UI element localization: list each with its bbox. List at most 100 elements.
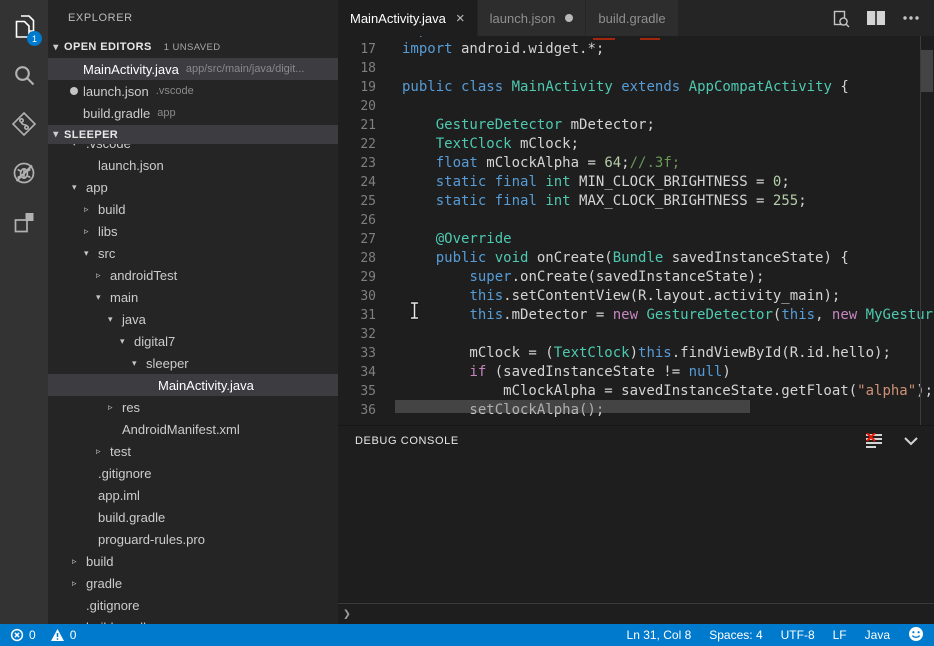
tree-item-sleeper[interactable]: ▾sleeper [48,352,338,374]
tree-item-AndroidManifest.xml[interactable]: AndroidManifest.xml [48,418,338,440]
line-number[interactable]: 29 [338,268,376,287]
tree-item-gradle[interactable]: ▹gradle [48,572,338,594]
errors-indicator[interactable]: 0 [10,628,36,642]
explorer-sidebar: EXPLORER ▾ OPEN EDITORS 1 UNSAVED MainAc… [48,0,338,624]
debug-console-input[interactable]: ❯ [338,603,934,624]
line-number[interactable]: 17 [338,40,376,59]
code-line[interactable]: 33 mClock = (TextClock)this.findViewById… [338,344,934,363]
code-line[interactable]: 32 [338,325,934,344]
open-editors-header[interactable]: ▾ OPEN EDITORS 1 UNSAVED [48,36,338,58]
code-line[interactable]: 30 this.setContentView(R.layout.activity… [338,287,934,306]
line-number[interactable]: 19 [338,78,376,97]
chevron-down-icon[interactable] [902,435,920,447]
activity-bar-item-debug[interactable] [0,151,48,200]
tree-item-java[interactable]: ▾java [48,308,338,330]
line-number[interactable]: 33 [338,344,376,363]
code-line[interactable]: 28 public void onCreate(Bundle savedInst… [338,249,934,268]
tree-item-.gitignore[interactable]: .gitignore [48,462,338,484]
code-line[interactable]: 21 GestureDetector mDetector; [338,116,934,135]
tree-item-build[interactable]: ▹build [48,198,338,220]
tree-item-androidTest[interactable]: ▹androidTest [48,264,338,286]
line-number[interactable]: 36 [338,401,376,420]
tree-item-build.gradle[interactable]: build.gradle [48,616,338,624]
line-number[interactable]: 23 [338,154,376,173]
tab-MainActivity.java[interactable]: MainActivity.java× [338,0,477,36]
line-number[interactable]: 18 [338,59,376,78]
tree-item-.gitignore[interactable]: .gitignore [48,594,338,616]
code-line[interactable]: 23 float mClockAlpha = 64;//.3f; [338,154,934,173]
close-icon[interactable]: × [456,11,465,26]
code-line[interactable]: 24 static final int MIN_CLOCK_BRIGHTNESS… [338,173,934,192]
tree-item-test[interactable]: ▹test [48,440,338,462]
split-editor-icon[interactable] [866,10,886,26]
code-line[interactable]: 35 mClockAlpha = savedInstanceState.getF… [338,382,934,401]
code-text: super.onCreate(savedInstanceState); [402,268,764,287]
tree-item-build.gradle[interactable]: build.gradle [48,506,338,528]
code-line[interactable]: 17import android.widget.*; [338,40,934,59]
workbench: 1 EXPLORER ▾ OPEN EDITORS 1 UNSAVED Main… [0,0,934,624]
code-line[interactable]: 29 super.onCreate(savedInstanceState); [338,268,934,287]
folder-section-header[interactable]: ▾ SLEEPER [48,125,338,144]
line-number[interactable]: 24 [338,173,376,192]
code-line[interactable]: 25 static final int MAX_CLOCK_BRIGHTNESS… [338,192,934,211]
activity-bar-item-extensions[interactable] [0,200,48,249]
code-line[interactable]: 34 if (savedInstanceState != null) [338,363,934,382]
status-language-mode[interactable]: Java [865,628,890,642]
tree-item-launch.json[interactable]: launch.json [48,154,338,176]
line-number[interactable]: 34 [338,363,376,382]
activity-bar-item-source-control[interactable] [0,102,48,151]
open-editor-item[interactable]: build.gradleapp [48,102,338,124]
tree-item-app[interactable]: ▾app [48,176,338,198]
tree-item-main[interactable]: ▾main [48,286,338,308]
line-number[interactable]: 27 [338,230,376,249]
error-squiggle [593,38,615,40]
tree-item-digital7[interactable]: ▾digital7 [48,330,338,352]
status-eol[interactable]: LF [833,628,847,642]
tab-build.gradle[interactable]: build.gradle [586,0,677,36]
status-indentation[interactable]: Spaces: 4 [709,628,762,642]
feedback-smiley-icon[interactable] [908,626,924,645]
line-number[interactable]: 30 [338,287,376,306]
tree-item-res[interactable]: ▹res [48,396,338,418]
code-line[interactable]: 27 @Override [338,230,934,249]
line-number[interactable]: 28 [338,249,376,268]
line-number[interactable]: 31 [338,306,376,325]
tree-item-MainActivity.java[interactable]: MainActivity.java [48,374,338,396]
find-icon[interactable] [831,9,850,28]
more-actions-icon[interactable] [902,15,920,21]
code-editor[interactable]: 16import android.view.GestureDetector;17… [338,36,934,425]
activity-bar-item-search[interactable] [0,53,48,102]
tree-item-libs[interactable]: ▹libs [48,220,338,242]
line-number[interactable]: 21 [338,116,376,135]
code-line[interactable]: 26 [338,211,934,230]
tree-item-label: gradle [86,576,122,591]
tree-item-app.iml[interactable]: app.iml [48,484,338,506]
code-line[interactable]: 31 this.mDetector = new GestureDetector(… [338,306,934,325]
tree-item-proguard-rules.pro[interactable]: proguard-rules.pro [48,528,338,550]
tab-launch.json[interactable]: launch.json [478,0,586,36]
line-number[interactable]: 22 [338,135,376,154]
line-number[interactable]: 32 [338,325,376,344]
vertical-scrollbar[interactable] [921,50,933,92]
activity-bar-item-explorer[interactable]: 1 [0,4,48,53]
line-number[interactable]: 35 [338,382,376,401]
horizontal-scrollbar[interactable] [395,400,750,413]
open-editor-item[interactable]: launch.json.vscode [48,80,338,102]
clear-console-icon[interactable] [865,433,884,449]
tree-item-build[interactable]: ▹build [48,550,338,572]
line-number[interactable]: 25 [338,192,376,211]
status-cursor-position[interactable]: Ln 31, Col 8 [627,628,692,642]
open-editor-item[interactable]: MainActivity.javaapp/src/main/java/digit… [48,58,338,80]
line-number[interactable]: 26 [338,211,376,230]
tab-debug-console[interactable]: DEBUG CONSOLE [355,435,459,447]
code-line[interactable]: 18 [338,59,934,78]
code-area[interactable]: 16import android.view.GestureDetector;17… [338,36,934,425]
code-line[interactable]: 19public class MainActivity extends AppC… [338,78,934,97]
code-line[interactable]: 22 TextClock mClock; [338,135,934,154]
code-line[interactable]: 20 [338,97,934,116]
status-encoding[interactable]: UTF-8 [781,628,815,642]
warnings-indicator[interactable]: 0 [50,628,77,642]
activity-bar: 1 [0,0,48,624]
tree-item-src[interactable]: ▾src [48,242,338,264]
line-number[interactable]: 20 [338,97,376,116]
